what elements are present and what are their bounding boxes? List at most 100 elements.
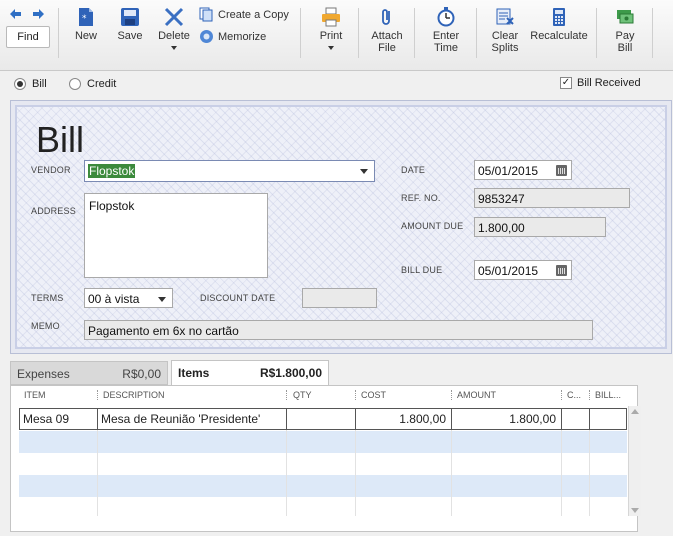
date-label: DATE (401, 165, 426, 175)
column-header-description[interactable]: DESCRIPTION (103, 390, 165, 400)
credit-radio[interactable]: Credit (69, 78, 116, 90)
cell-amount[interactable]: 1.800,00 (452, 409, 562, 429)
vendor-label: VENDOR (31, 165, 71, 175)
memo-field[interactable]: Pagamento em 6x no cartão (84, 320, 593, 340)
print-dropdown-icon[interactable] (328, 46, 334, 50)
bill-radio[interactable]: Bill (14, 78, 47, 90)
enter-time-button[interactable]: Enter Time (426, 7, 466, 54)
bill-received-label: Bill Received (577, 77, 641, 89)
attach-file-button[interactable]: Attach File (366, 7, 408, 54)
column-divider[interactable] (589, 390, 591, 400)
terms-label: TERMS (31, 293, 64, 303)
ref-no-value: 9853247 (478, 192, 525, 206)
vertical-scrollbar[interactable] (628, 406, 641, 516)
cell-qty[interactable] (287, 409, 356, 429)
new-document-icon: * (79, 8, 93, 26)
discount-date-field[interactable] (302, 288, 377, 308)
items-table: ITEM DESCRIPTION QTY COST AMOUNT C... BI… (10, 385, 641, 532)
address-field[interactable]: Flopstok (84, 193, 268, 278)
table-row-empty[interactable] (19, 453, 627, 475)
calendar-icon[interactable] (556, 165, 567, 176)
bill-radio-label: Bill (32, 78, 47, 90)
column-header-item[interactable]: ITEM (24, 390, 46, 400)
toolbar-separator (596, 8, 597, 58)
column-header-qty[interactable]: QTY (293, 390, 312, 400)
bill-form-panel: Bill VENDOR Flopstok ADDRESS Flopstok DA… (15, 105, 667, 349)
date-field[interactable]: 05/01/2015 (474, 160, 572, 180)
table-row-empty[interactable] (19, 497, 627, 516)
delete-label: Delete (158, 30, 190, 42)
cell-billable[interactable] (590, 409, 626, 429)
column-divider[interactable] (355, 390, 357, 400)
toolbar-separator (358, 8, 359, 58)
credit-radio-label: Credit (87, 78, 117, 90)
memorize-button[interactable]: Memorize (199, 29, 266, 44)
back-arrow-icon[interactable] (10, 8, 22, 23)
column-header-cost[interactable]: COST (361, 390, 386, 400)
table-row[interactable]: Mesa 09 Mesa de Reunião 'Presidente' 1.8… (19, 408, 627, 430)
scroll-up-icon[interactable] (631, 409, 639, 414)
create-copy-button[interactable]: Create a Copy (199, 7, 289, 22)
calendar-icon[interactable] (556, 265, 567, 276)
save-button[interactable]: Save (112, 7, 148, 42)
svg-text:*: * (82, 14, 87, 24)
clear-splits-label-1: Clear (491, 30, 519, 42)
toolbar-separator (300, 8, 301, 58)
tab-items-amount: R$1.800,00 (259, 366, 322, 380)
new-button[interactable]: * New (68, 7, 104, 42)
column-divider[interactable] (97, 390, 99, 400)
toolbar-separator (414, 8, 415, 58)
chevron-down-icon[interactable] (158, 297, 166, 302)
clear-splits-label-2: Splits (491, 42, 519, 54)
pay-bill-icon (617, 10, 634, 24)
stopwatch-icon (437, 7, 455, 27)
print-button[interactable]: Print (314, 7, 348, 50)
cell-item[interactable]: Mesa 09 (20, 409, 98, 429)
memorize-icon (200, 30, 213, 43)
copy-icon (199, 7, 213, 22)
terms-dropdown[interactable]: 00 à vista (84, 288, 173, 308)
column-header-customer[interactable]: C... (567, 390, 581, 400)
attach-file-label-2: File (378, 42, 396, 54)
forward-arrow-icon[interactable] (32, 8, 44, 23)
column-divider[interactable] (286, 390, 288, 400)
checkbox-checked-icon: ✓ (560, 77, 572, 89)
address-label: ADDRESS (31, 206, 76, 216)
toolbar-separator (476, 8, 477, 58)
cell-customer[interactable] (562, 409, 590, 429)
tab-items[interactable]: Items R$1.800,00 (171, 360, 329, 386)
toolbar-separator (652, 8, 653, 58)
vendor-dropdown[interactable]: Flopstok (84, 160, 375, 182)
column-divider[interactable] (561, 390, 563, 400)
find-button[interactable]: Find (6, 26, 50, 48)
delete-dropdown-icon[interactable] (171, 46, 177, 50)
column-divider[interactable] (451, 390, 453, 400)
clear-splits-button[interactable]: Clear Splits (484, 7, 526, 54)
bill-due-field[interactable]: 05/01/2015 (474, 260, 572, 280)
chevron-down-icon[interactable] (360, 169, 368, 174)
column-header-billable[interactable]: BILL... (595, 390, 621, 400)
delete-button[interactable]: Delete (154, 7, 194, 50)
cell-cost[interactable]: 1.800,00 (356, 409, 452, 429)
tab-expenses-amount: R$0,00 (122, 367, 161, 381)
scroll-down-icon[interactable] (631, 508, 639, 513)
cell-description[interactable]: Mesa de Reunião 'Presidente' (98, 409, 287, 429)
save-disk-icon (121, 8, 139, 26)
address-value: Flopstok (89, 199, 135, 213)
memo-value: Pagamento em 6x no cartão (88, 324, 239, 338)
attach-file-label-1: Attach (371, 30, 403, 42)
recalculate-label: Recalculate (530, 30, 588, 42)
amount-due-field[interactable]: 1.800,00 (474, 217, 606, 237)
table-row-empty[interactable] (19, 475, 627, 497)
pay-bill-button[interactable]: Pay Bill (606, 7, 644, 54)
tab-expenses[interactable]: Expenses R$0,00 (10, 361, 168, 385)
table-row-empty[interactable] (19, 431, 627, 453)
memorize-label: Memorize (218, 30, 267, 43)
new-label: New (74, 30, 97, 42)
toolbar: Find * New Save Delete Create a Copy Mem… (0, 0, 673, 71)
ref-no-field[interactable]: 9853247 (474, 188, 630, 208)
column-header-amount[interactable]: AMOUNT (457, 390, 496, 400)
recalculate-button[interactable]: Recalculate (528, 7, 590, 42)
bill-received-checkbox[interactable]: ✓ Bill Received (560, 77, 641, 89)
create-copy-label: Create a Copy (218, 8, 289, 21)
